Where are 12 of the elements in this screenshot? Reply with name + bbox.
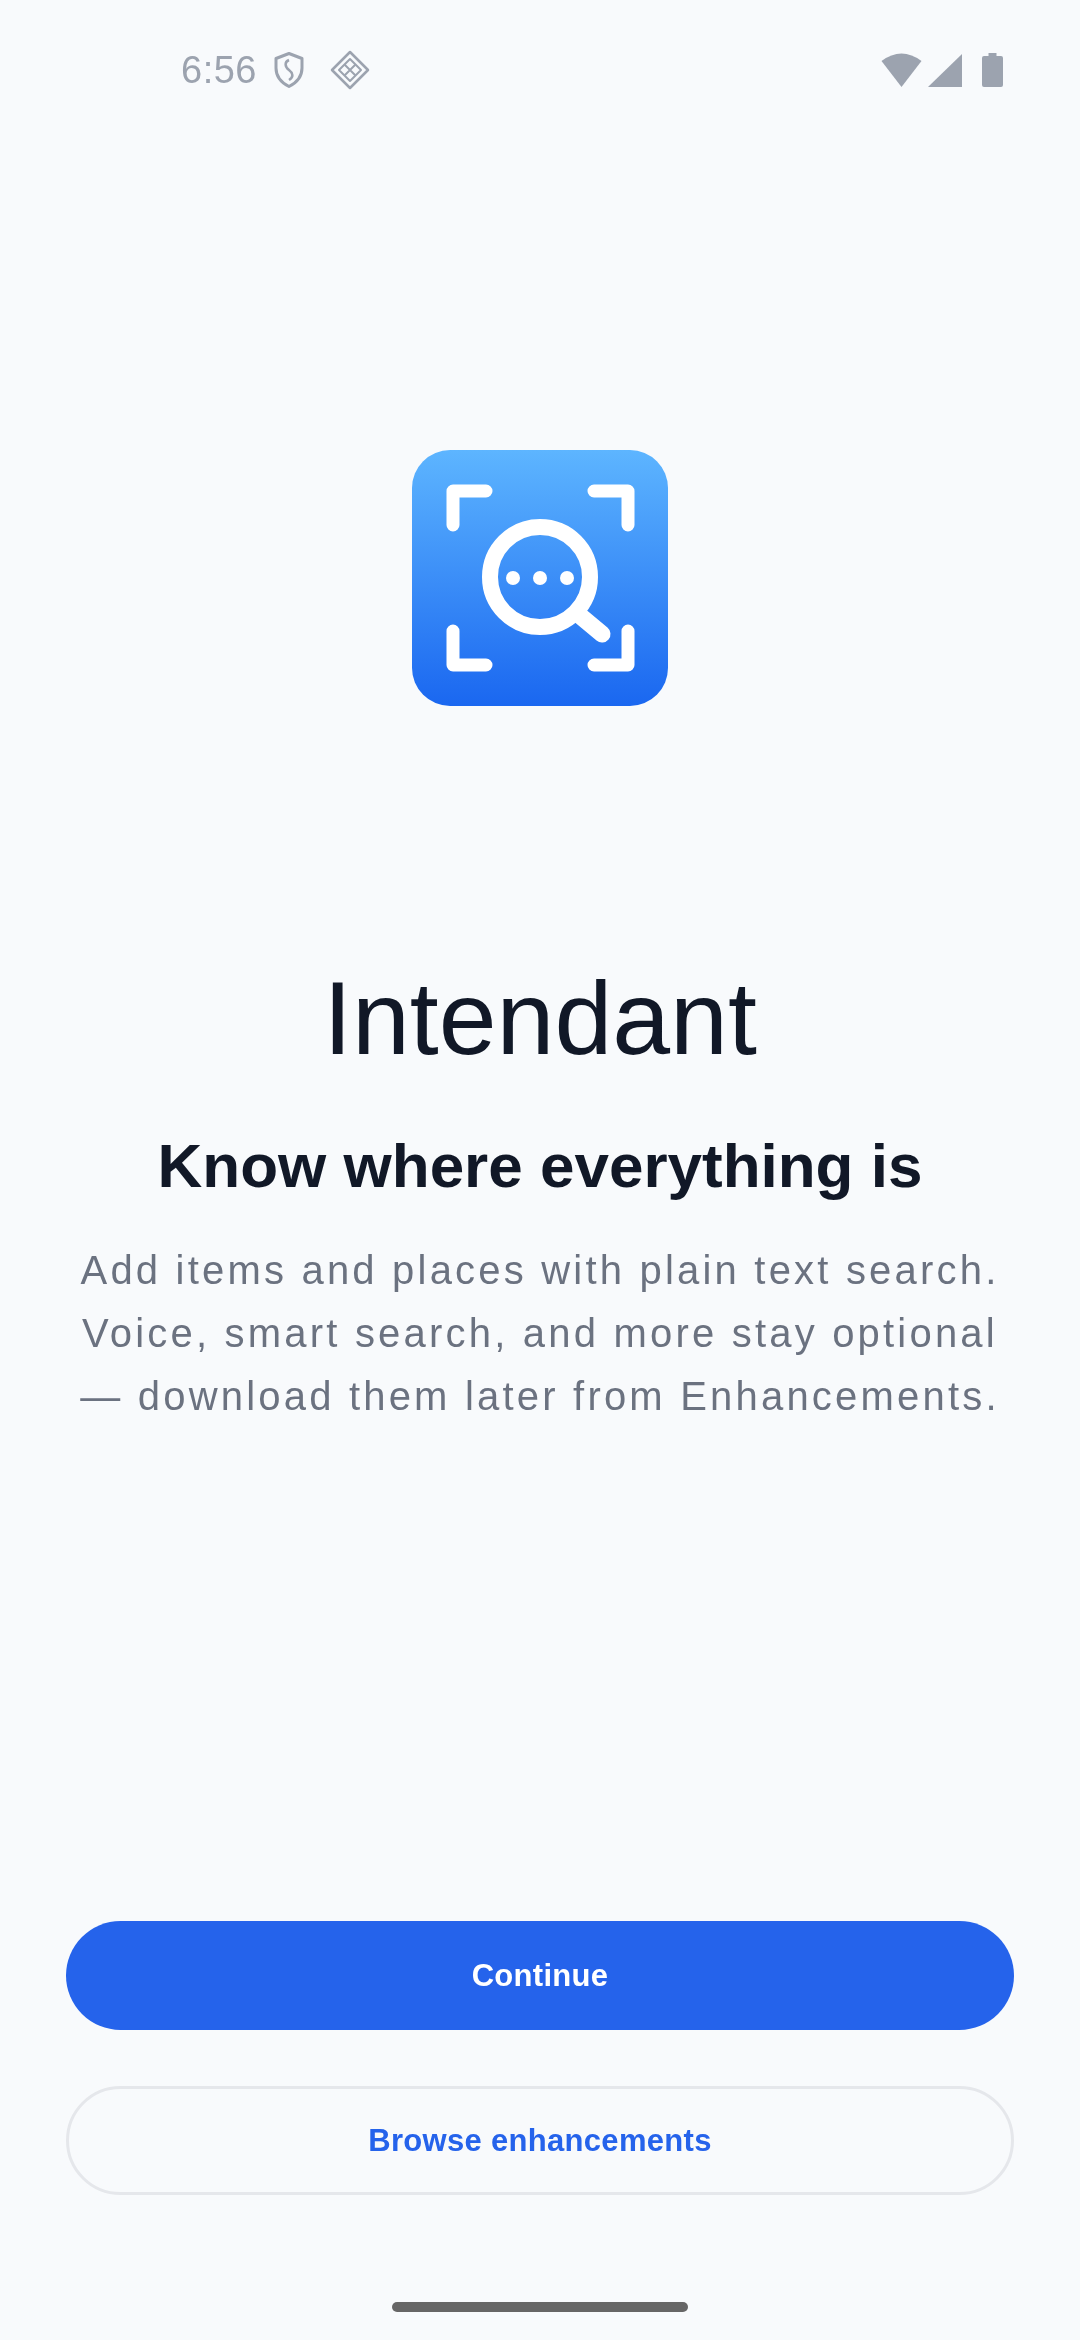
tagline: Know where everything is — [157, 1129, 923, 1202]
battery-icon — [982, 53, 1003, 87]
magnifier-app-icon — [412, 450, 668, 706]
app-title: Intendant — [323, 959, 757, 1078]
continue-button[interactable]: Continue — [66, 1921, 1014, 2030]
signal-icon — [928, 53, 962, 87]
wifi-icon — [881, 53, 922, 87]
shield-icon — [273, 52, 304, 88]
description-text: Add items and places with plain text search. Voice, smart search, and more stay optional — download them later from Enhancements. — [79, 1247, 1001, 1421]
status-time: 6:56 — [181, 51, 257, 89]
browse-button[interactable]: Browse enhancements — [66, 2086, 1014, 2195]
diamond-grid-icon — [329, 50, 370, 90]
